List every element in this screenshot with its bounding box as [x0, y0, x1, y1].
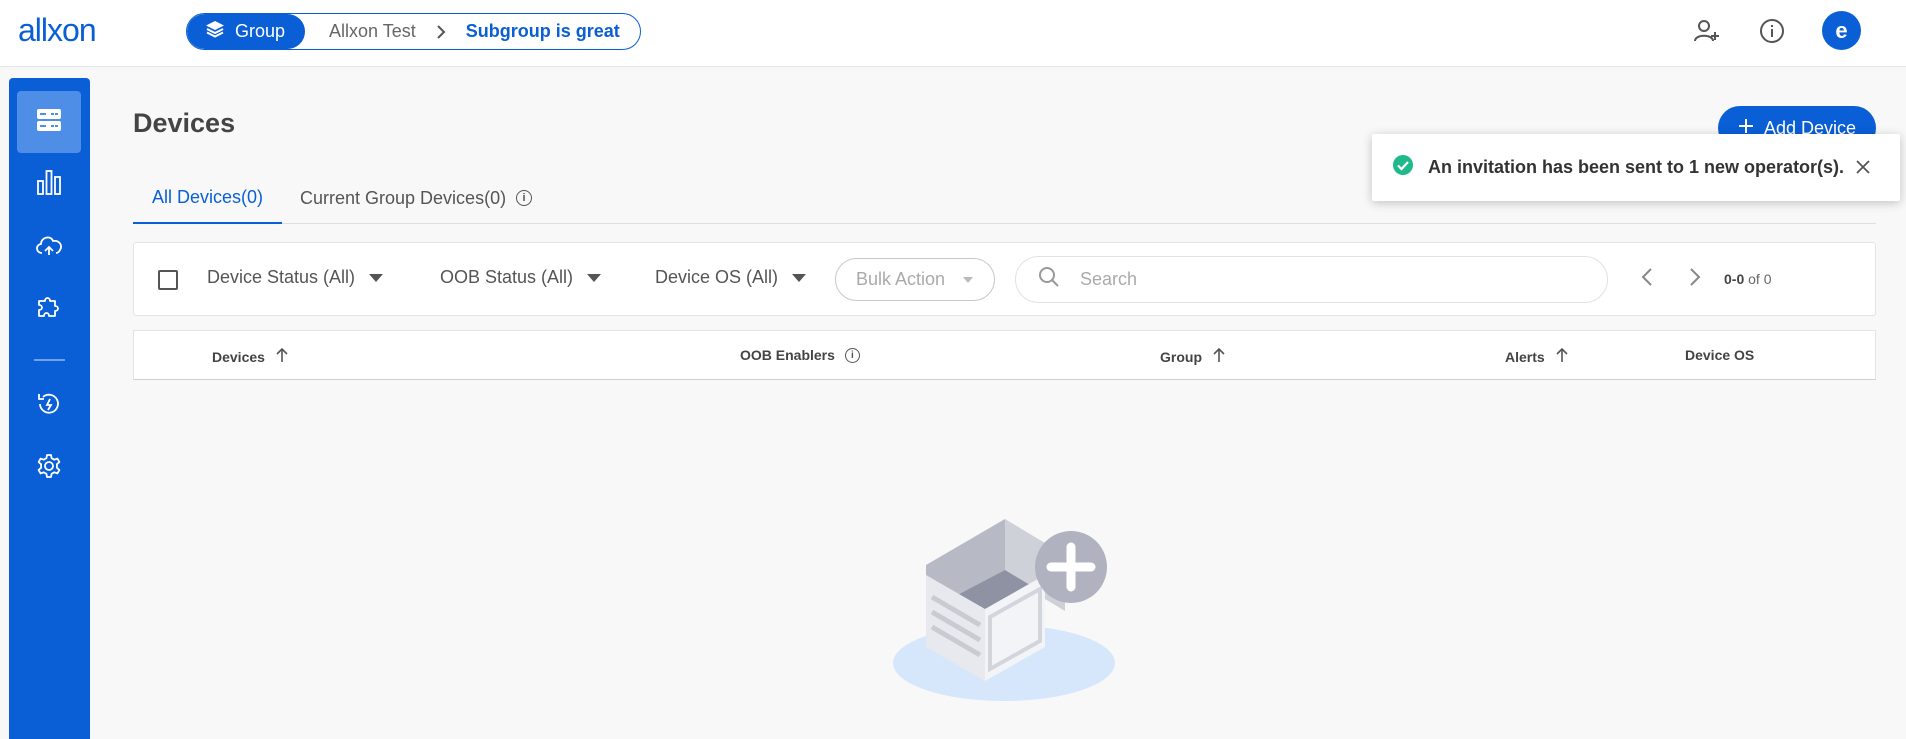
column-group[interactable]: Group: [1160, 347, 1226, 366]
top-bar: allxon Group Allxon Test Subgroup is gre…: [0, 0, 1906, 67]
sidebar-item-devices[interactable]: [17, 91, 81, 153]
column-oob-enablers-label: OOB Enablers: [740, 347, 835, 363]
breadcrumb-group[interactable]: Group: [187, 14, 306, 49]
column-devices[interactable]: Devices: [212, 347, 289, 366]
column-device-os-label: Device OS: [1685, 347, 1755, 363]
breadcrumb: Group Allxon Test Subgroup is great: [186, 13, 641, 50]
search-icon: [1038, 266, 1060, 293]
column-alerts[interactable]: Alerts: [1505, 347, 1569, 366]
sidebar-item-plugins[interactable]: [17, 277, 81, 339]
info-icon[interactable]: i: [844, 347, 860, 363]
pagination-total: of 0: [1748, 271, 1772, 287]
tab-all-devices[interactable]: All Devices(0): [133, 172, 282, 224]
oob-status-label: OOB Status (All): [440, 267, 574, 287]
breadcrumb-current[interactable]: Subgroup is great: [466, 21, 620, 42]
chevron-right-icon: [416, 24, 466, 40]
tab-current-group-devices[interactable]: Current Group Devices(0) i: [300, 172, 533, 224]
devices-icon: [36, 108, 62, 137]
prev-page-button[interactable]: [1641, 267, 1653, 292]
next-page-button[interactable]: [1689, 267, 1701, 292]
oob-status-filter[interactable]: OOB Status (All): [440, 267, 602, 288]
layers-icon: [205, 20, 225, 43]
info-icon[interactable]: [1757, 16, 1787, 46]
column-alerts-label: Alerts: [1505, 348, 1545, 365]
allxon-logo[interactable]: allxon: [18, 12, 148, 48]
devices-table-header: Devices OOB Enablers i Group Alerts Devi…: [133, 330, 1876, 380]
empty-state-illustration: [890, 515, 1120, 710]
puzzle-icon: [36, 293, 62, 324]
caret-down-icon: [587, 273, 602, 282]
pagination-range: 0-0: [1724, 271, 1745, 287]
sidebar: [9, 78, 90, 739]
gear-icon: [36, 453, 62, 484]
sort-arrow-up-icon: [275, 347, 289, 366]
success-check-icon: [1392, 154, 1414, 181]
device-status-filter[interactable]: Device Status (All): [207, 267, 384, 288]
breadcrumb-parent[interactable]: Allxon Test: [305, 21, 416, 42]
sort-arrow-up-icon: [1555, 347, 1569, 366]
toast-message: An invitation has been sent to 1 new ope…: [1428, 157, 1845, 177]
cloud-sync-icon: [34, 232, 64, 261]
chevron-left-icon: [1641, 267, 1653, 292]
search-placeholder: Search: [1080, 269, 1138, 289]
sort-arrow-up-icon: [1212, 347, 1226, 366]
sidebar-item-ota[interactable]: [17, 215, 81, 277]
device-os-label: Device OS (All): [655, 267, 779, 287]
device-os-filter[interactable]: Device OS (All): [655, 267, 807, 288]
recovery-icon: [36, 391, 62, 422]
caret-down-icon: [963, 276, 974, 283]
caret-down-icon: [792, 273, 807, 282]
sidebar-item-analytics[interactable]: [17, 153, 81, 215]
svg-text:allxon: allxon: [18, 15, 96, 45]
caret-down-icon: [369, 273, 384, 282]
page-title: Devices: [133, 108, 236, 138]
user-avatar[interactable]: e: [1822, 11, 1861, 50]
sidebar-item-recovery[interactable]: [17, 375, 81, 437]
select-all-checkbox[interactable]: [158, 270, 178, 290]
bulk-action-select[interactable]: Bulk Action: [835, 258, 995, 301]
column-group-label: Group: [1160, 348, 1202, 365]
sidebar-divider: [34, 359, 65, 361]
add-user-icon[interactable]: [1692, 16, 1722, 46]
filter-bar: Device Status (All) OOB Status (All) Dev…: [133, 242, 1876, 316]
column-device-os[interactable]: Device OS: [1685, 347, 1754, 363]
toast-notification: An invitation has been sent to 1 new ope…: [1372, 134, 1900, 201]
search-input[interactable]: Search: [1015, 256, 1608, 303]
device-status-label: Device Status (All): [207, 267, 356, 287]
column-devices-label: Devices: [212, 348, 265, 365]
bar-chart-icon: [37, 169, 61, 200]
pagination-count: 0-0 of 0: [1724, 271, 1771, 287]
bulk-action-label: Bulk Action: [856, 269, 946, 289]
sidebar-item-settings[interactable]: [17, 437, 81, 499]
column-oob-enablers[interactable]: OOB Enablers i: [740, 347, 860, 363]
info-icon[interactable]: i: [516, 190, 533, 206]
chevron-right-icon: [1689, 267, 1701, 292]
breadcrumb-group-label: Group: [235, 21, 286, 41]
tab-current-group-label: Current Group Devices(0): [300, 187, 507, 208]
close-icon[interactable]: [1852, 156, 1874, 178]
tab-all-devices-label: All Devices(0): [151, 186, 264, 207]
